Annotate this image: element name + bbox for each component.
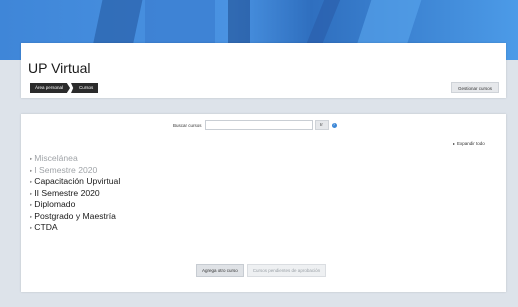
breadcrumb-item-cursos[interactable]: Cursos bbox=[71, 83, 99, 93]
course-actions: Agrega otro curso Cursos pendientes de a… bbox=[196, 264, 327, 277]
breadcrumb: Área personal Cursos bbox=[30, 83, 99, 93]
help-icon[interactable]: ? bbox=[331, 122, 337, 128]
page-title: UP Virtual bbox=[28, 60, 91, 76]
add-course-button[interactable]: Agrega otro curso bbox=[196, 264, 244, 277]
caret-right-icon: ▸ bbox=[30, 213, 33, 219]
course-category-list: ▸ Miscelánea ▸ I Semestre 2020 ▸ Capacitaci… bbox=[30, 153, 120, 234]
category-item-postgrado-y-maestria[interactable]: ▸ Postgrado y Maestría bbox=[30, 211, 120, 223]
category-item-miscelanea[interactable]: ▸ Miscelánea bbox=[30, 153, 120, 165]
course-search-form: Buscar cursos Ir ? bbox=[173, 120, 337, 130]
course-category-panel: Buscar cursos Ir ? ▸ Expandir todo ▸ Misce… bbox=[21, 114, 506, 292]
caret-right-icon: ▸ bbox=[30, 202, 33, 207]
caret-right-icon: ▸ bbox=[30, 190, 33, 196]
manage-courses-button[interactable]: Gestionar cursos bbox=[451, 82, 499, 93]
caret-right-icon: ▸ bbox=[453, 141, 456, 146]
category-item-capacitacion-upvirtual[interactable]: ▸ Capacitación Upvirtual bbox=[30, 176, 120, 188]
category-item-ii-semestre-2020[interactable]: ▸ II Semestre 2020 bbox=[30, 188, 120, 200]
caret-right-icon: ▸ bbox=[30, 179, 33, 184]
category-item-ctda[interactable]: ▸ CTDA bbox=[30, 222, 120, 234]
pending-courses-button[interactable]: Cursos pendientes de aprobación bbox=[246, 264, 327, 277]
caret-right-icon: ▸ bbox=[30, 167, 33, 173]
page-header: UP Virtual Área personal Cursos Gestiona… bbox=[21, 43, 506, 98]
search-go-button[interactable]: Ir bbox=[314, 120, 329, 130]
search-label: Buscar cursos bbox=[173, 122, 202, 128]
search-input[interactable] bbox=[204, 120, 313, 130]
breadcrumb-item-area-personal[interactable]: Área personal bbox=[30, 83, 71, 93]
caret-right-icon: ▸ bbox=[30, 225, 33, 230]
expand-all-link[interactable]: ▸ Expandir todo bbox=[453, 141, 485, 146]
category-item-i-semestre-2020[interactable]: ▸ I Semestre 2020 bbox=[30, 165, 120, 177]
caret-right-icon: ▸ bbox=[30, 156, 33, 161]
category-item-diplomado[interactable]: ▸ Diplomado bbox=[30, 199, 120, 211]
